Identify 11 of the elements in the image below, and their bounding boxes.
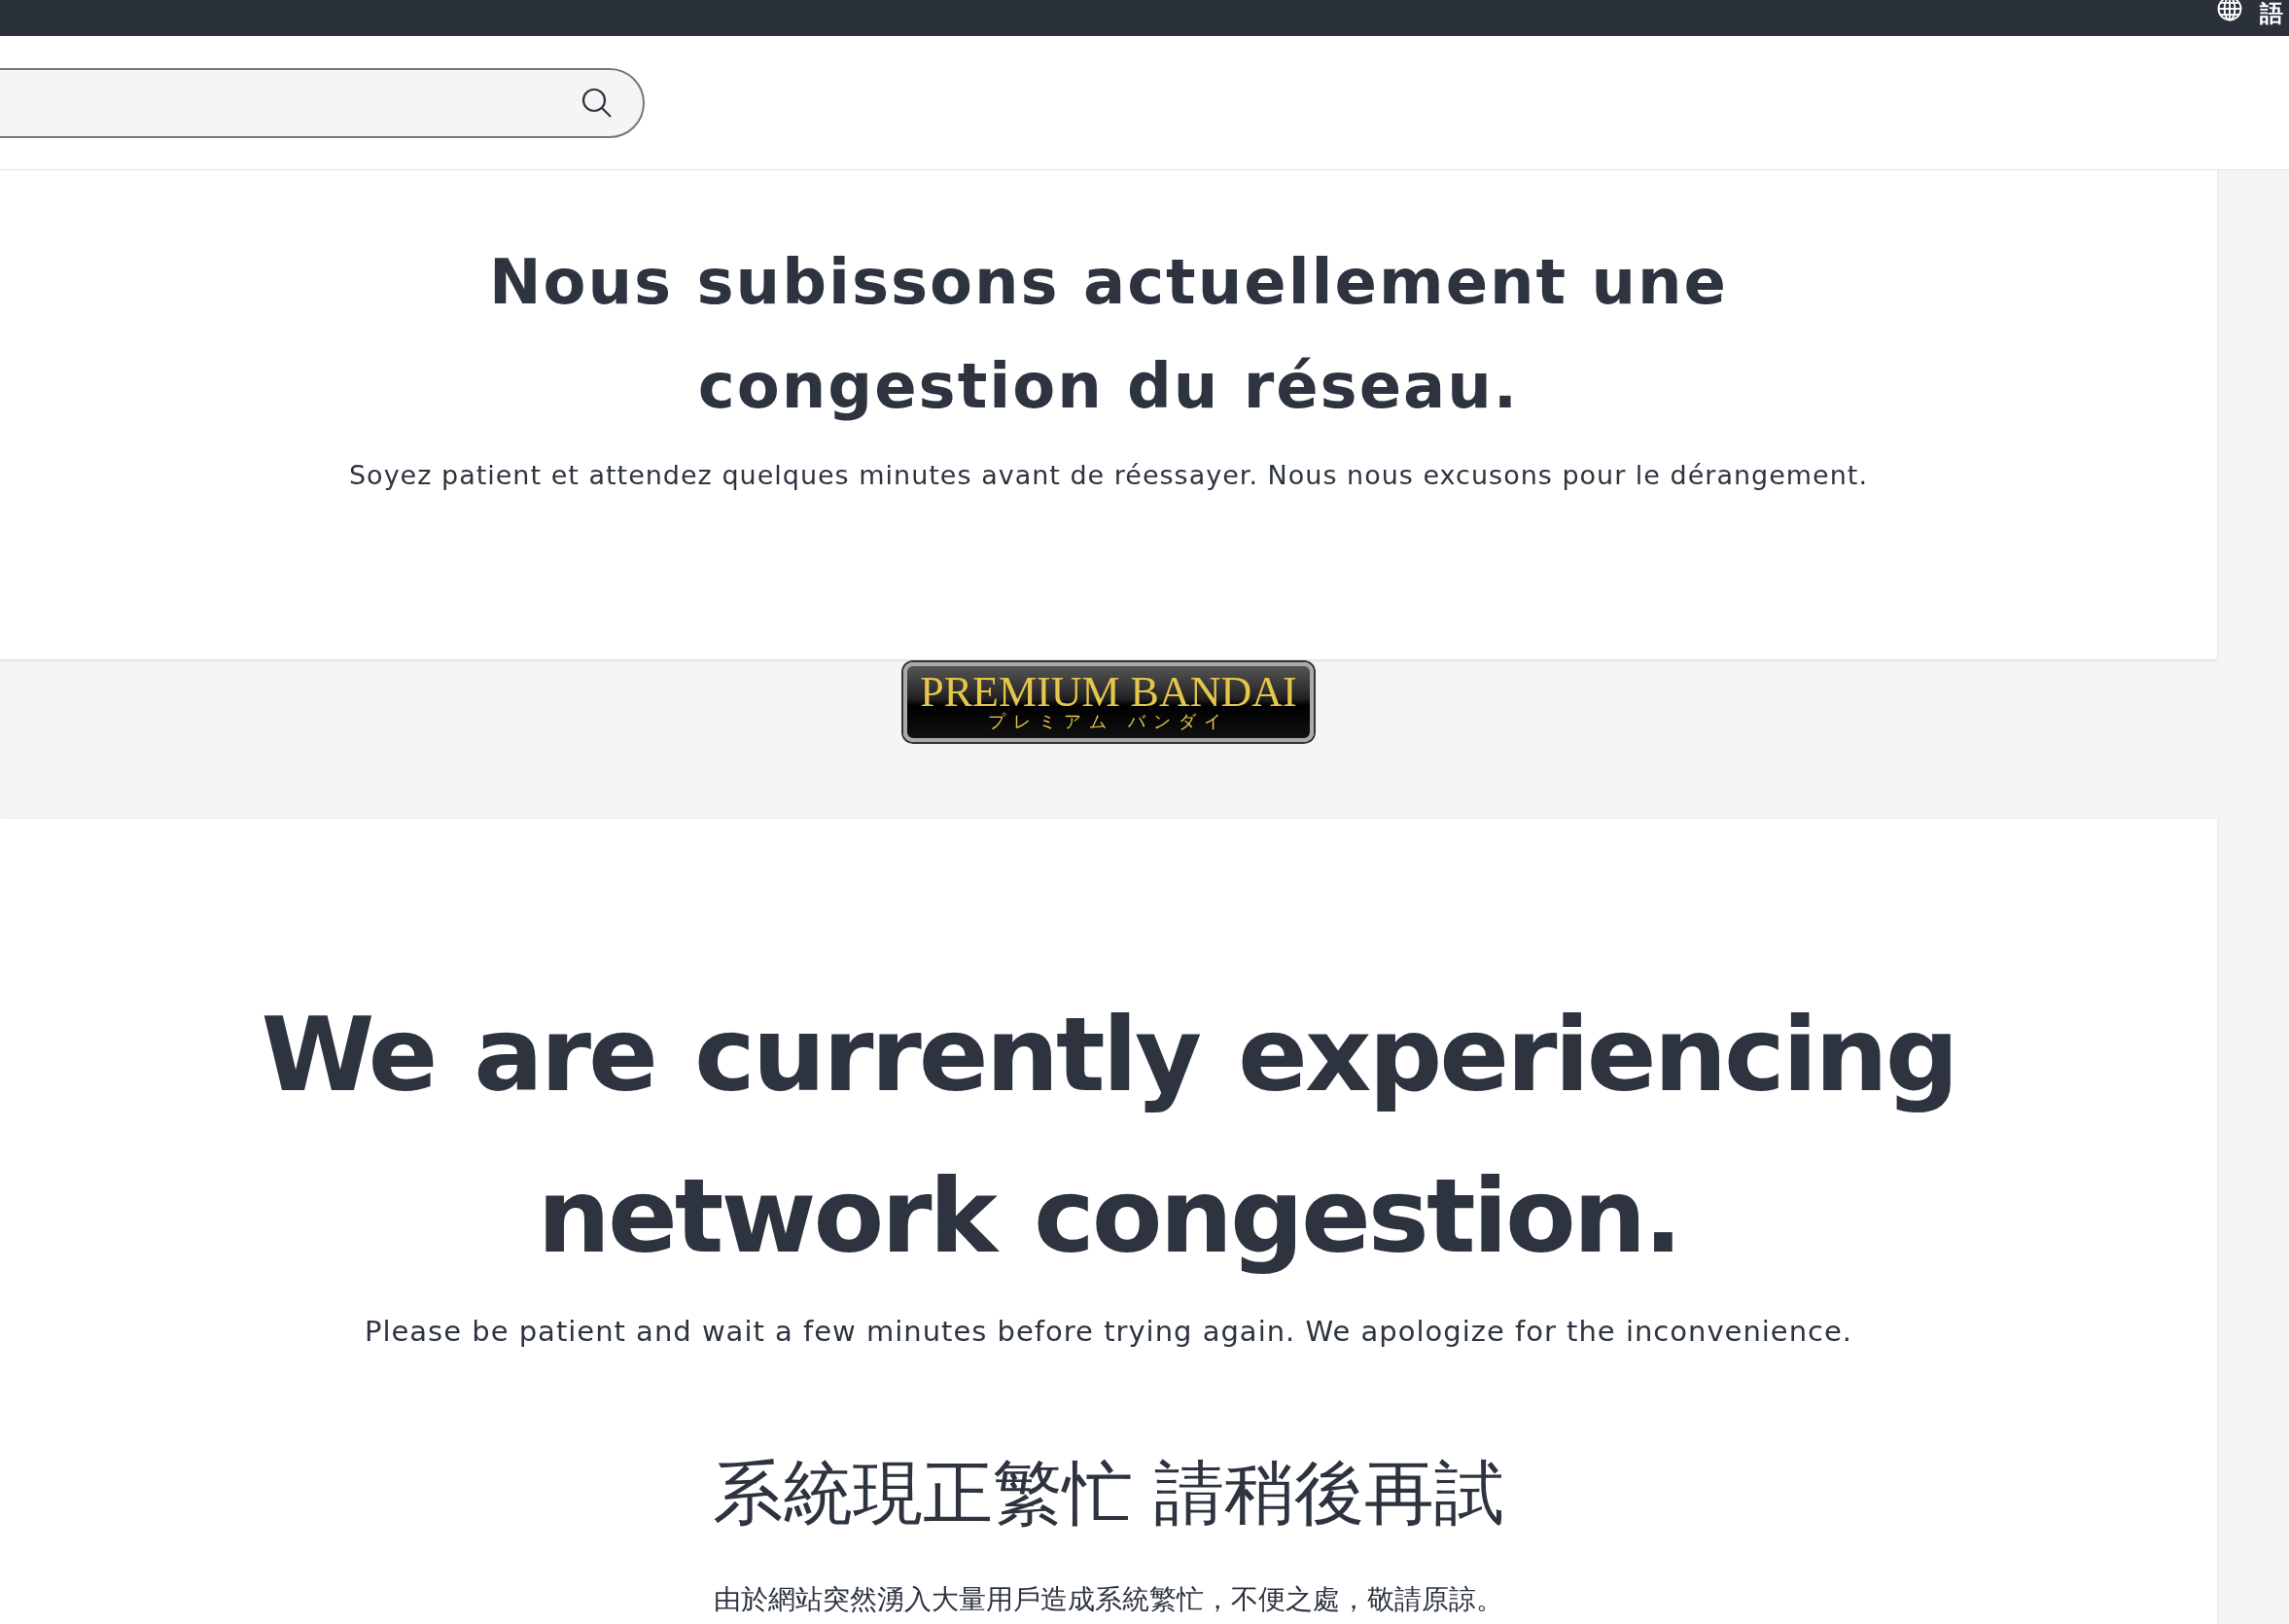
notice-message: Soyez patient et attendez quelques minutes avant de réessayer. Nous nous excusons pour le dérangement. [348, 459, 1869, 492]
notice-message: 由於網站突然湧入大量用戶造成系統繁忙，不便之處，敬請原諒。 [713, 1581, 1504, 1617]
notice-message: Please be patient and wait a few minutes before trying again. We apologize for the inconvenience. [363, 1314, 1854, 1350]
notice-heading: 系統現正繁忙 請稍後再試 [711, 1450, 1506, 1535]
logo-subtitle: プレミアム バンダイ [988, 712, 1229, 731]
language-label[interactable]: 語 [2260, 2, 2283, 25]
search-field[interactable] [0, 67, 645, 138]
search-icon[interactable] [581, 86, 614, 120]
logo-title: PREMIUM BANDAI [920, 673, 1297, 712]
notice-heading: Nous subissons actuellement une congestion du réseau. [488, 245, 1729, 424]
notice-heading: We are currently experiencing network congestion. [260, 994, 1957, 1278]
